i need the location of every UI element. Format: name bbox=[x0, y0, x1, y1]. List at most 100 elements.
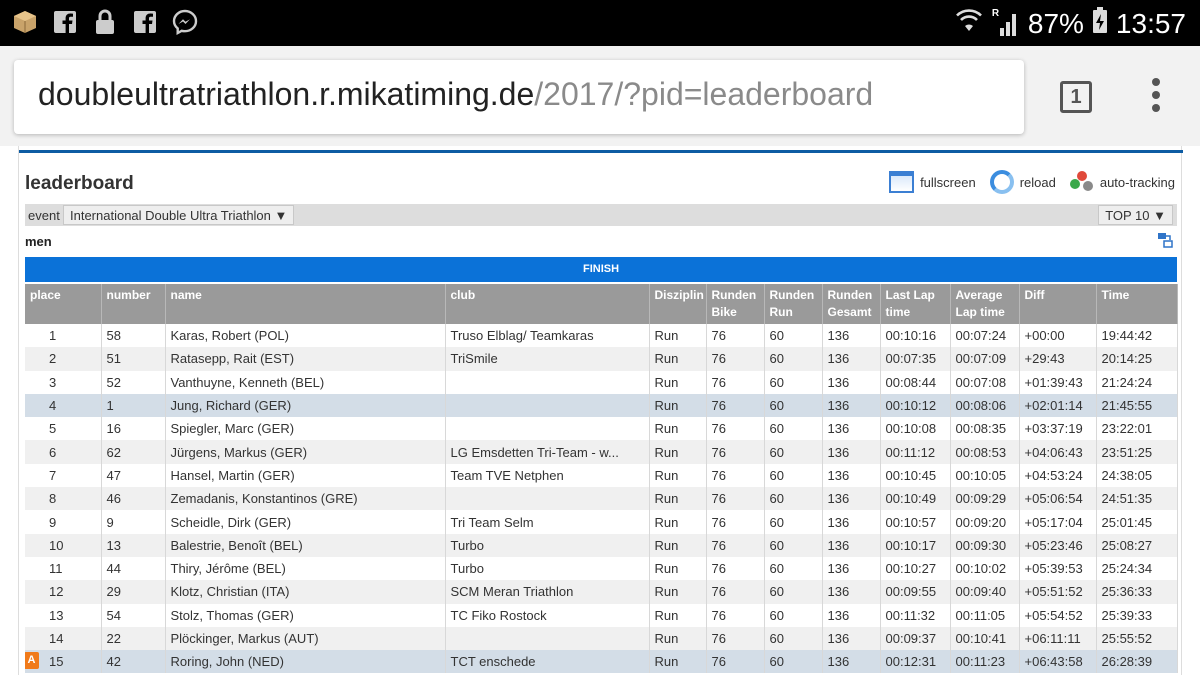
table-row[interactable]: 10 13 Balestrie, Benoît (BEL) Turbo Run 76 60 1… bbox=[25, 533, 1178, 557]
expand-icon[interactable] bbox=[1157, 232, 1173, 248]
table-row[interactable]: 3 52 Vanthuyne, Kenneth (BEL) Run 76 60 136 00:… bbox=[25, 370, 1178, 394]
overflow-menu-icon[interactable] bbox=[1148, 78, 1164, 118]
table-cell: 54 bbox=[101, 603, 166, 627]
table-cell: 52 bbox=[101, 370, 166, 394]
table-cell: 76 bbox=[706, 533, 765, 557]
auto-tracking-button[interactable]: auto-tracking bbox=[1069, 171, 1175, 193]
table-cell: TC Fiko Rostock bbox=[445, 603, 650, 627]
table-cell: 60 bbox=[764, 603, 823, 627]
column-header[interactable]: club bbox=[445, 284, 650, 324]
table-cell: 25:01:45 bbox=[1096, 510, 1178, 534]
table-cell: Team TVE Netphen bbox=[445, 463, 650, 488]
url-text[interactable]: doubleultratriathlon.r.mikatiming.de/201… bbox=[38, 76, 873, 113]
table-row[interactable]: 14 22 Plöckinger, Markus (AUT) Run 76 60 136 00… bbox=[25, 626, 1178, 651]
table-cell: 00:10:41 bbox=[950, 626, 1020, 651]
tab-switcher-button[interactable]: 1 bbox=[1060, 81, 1092, 113]
place-value: 3 bbox=[49, 374, 57, 390]
column-header[interactable]: Runden Run bbox=[764, 284, 823, 324]
table-row[interactable]: 8 46 Zemadanis, Konstantinos (GRE) Run 76 60 1… bbox=[25, 487, 1178, 511]
table-cell: Run bbox=[649, 603, 707, 627]
table-row[interactable]: 11 44 Thiry, Jérôme (BEL) Turbo Run 76 60 136 00… bbox=[25, 556, 1178, 581]
table-cell bbox=[445, 626, 650, 651]
table-row[interactable]: 2 51 Ratasepp, Rait (EST) TriSmile Run 76 60 13… bbox=[25, 347, 1178, 371]
table-cell: 136 bbox=[822, 510, 881, 534]
table-row[interactable]: 13 54 Stolz, Thomas (GER) TC Fiko Rostock Ru… bbox=[25, 603, 1178, 627]
table-cell: +29:43 bbox=[1019, 347, 1097, 371]
address-bar[interactable]: doubleultratriathlon.r.mikatiming.de/201… bbox=[14, 60, 1024, 134]
table-cell: +03:37:19 bbox=[1019, 417, 1097, 441]
table-cell: A 15 bbox=[25, 650, 102, 674]
table-cell: 51 bbox=[101, 347, 166, 371]
table-cell: 76 bbox=[706, 463, 765, 488]
table-row[interactable]: 4 1 Jung, Richard (GER) Run 76 60 136 00:10:12 0… bbox=[25, 393, 1178, 418]
tracking-marker-badge[interactable]: A bbox=[25, 652, 39, 670]
table-cell: +05:54:52 bbox=[1019, 603, 1097, 627]
table-cell: 136 bbox=[822, 324, 881, 348]
table-cell: Spiegler, Marc (GER) bbox=[165, 417, 446, 441]
table-cell: 00:08:53 bbox=[950, 440, 1020, 464]
event-select[interactable]: International Double Ultra Triathlon ▼ bbox=[63, 205, 295, 225]
wifi-icon bbox=[954, 7, 984, 40]
table-cell: 7 bbox=[25, 463, 102, 488]
table-cell: 00:10:57 bbox=[880, 510, 951, 534]
table-cell: Tri Team Selm bbox=[445, 510, 650, 534]
table-cell: Run bbox=[649, 324, 707, 348]
notification-icons bbox=[12, 9, 198, 35]
column-header[interactable]: name bbox=[165, 284, 446, 324]
column-header[interactable]: Average Lap time bbox=[950, 284, 1020, 324]
table-row[interactable]: A 15 42 Roring, John (NED) TCT enschede Run 76… bbox=[25, 650, 1178, 674]
section-title: men bbox=[25, 234, 52, 249]
table-cell: 00:10:27 bbox=[880, 556, 951, 581]
table-cell: 22 bbox=[101, 626, 166, 651]
table-cell: 00:08:06 bbox=[950, 393, 1020, 418]
table-row[interactable]: 9 9 Scheidle, Dirk (GER) Tri Team Selm Run 76… bbox=[25, 510, 1178, 534]
table-cell: Run bbox=[649, 440, 707, 464]
table-row[interactable]: 7 47 Hansel, Martin (GER) Team TVE Netphen R… bbox=[25, 463, 1178, 488]
table-cell: +06:43:58 bbox=[1019, 650, 1097, 674]
table-cell: 8 bbox=[25, 487, 102, 511]
reload-button[interactable]: reload bbox=[989, 170, 1056, 194]
table-cell: 00:12:31 bbox=[880, 650, 951, 674]
table-cell: 62 bbox=[101, 440, 166, 464]
column-header[interactable]: place bbox=[25, 284, 102, 324]
lock-icon bbox=[92, 9, 118, 35]
table-cell: 60 bbox=[764, 510, 823, 534]
table-cell: LG Emsdetten Tri-Team - w... bbox=[445, 440, 650, 464]
table-cell: 136 bbox=[822, 440, 881, 464]
table-cell: Run bbox=[649, 370, 707, 394]
table-cell: Zemadanis, Konstantinos (GRE) bbox=[165, 487, 446, 511]
system-status: R 87% 13:57 bbox=[954, 6, 1186, 41]
leaderboard-tools: fullscreen reload auto-tracking bbox=[889, 170, 1175, 194]
column-header[interactable]: Time bbox=[1096, 284, 1178, 324]
fullscreen-button[interactable]: fullscreen bbox=[889, 171, 976, 193]
column-header[interactable]: Last Lap time bbox=[880, 284, 951, 324]
table-cell: 76 bbox=[706, 417, 765, 441]
finish-banner: FINISH bbox=[25, 257, 1177, 282]
table-row[interactable]: 6 62 Jürgens, Markus (GER) LG Emsdetten Tri… bbox=[25, 440, 1178, 464]
url-path: /2017/?pid=leaderboard bbox=[534, 76, 874, 112]
top-select[interactable]: TOP 10 ▼ bbox=[1098, 205, 1173, 225]
table-cell: 26:28:39 bbox=[1096, 650, 1178, 674]
table-cell: 00:07:08 bbox=[950, 370, 1020, 394]
table-cell: 76 bbox=[706, 347, 765, 371]
column-header[interactable]: Runden Bike bbox=[706, 284, 765, 324]
table-cell: Plöckinger, Markus (AUT) bbox=[165, 626, 446, 651]
table-cell: 76 bbox=[706, 370, 765, 394]
table-cell: +05:17:04 bbox=[1019, 510, 1097, 534]
facebook-icon bbox=[132, 9, 158, 35]
table-cell: 24:51:35 bbox=[1096, 487, 1178, 511]
table-cell: Run bbox=[649, 533, 707, 557]
column-header[interactable]: Diff bbox=[1019, 284, 1097, 324]
column-header[interactable]: number bbox=[101, 284, 166, 324]
table-cell: 76 bbox=[706, 580, 765, 604]
table-row[interactable]: 1 58 Karas, Robert (POL) Truso Elblag/ Team… bbox=[25, 324, 1178, 348]
table-cell: 00:09:55 bbox=[880, 580, 951, 604]
column-header[interactable]: Runden Gesamt bbox=[822, 284, 881, 324]
facebook-icon bbox=[52, 9, 78, 35]
table-row[interactable]: 12 29 Klotz, Christian (ITA) SCM Meran Tria… bbox=[25, 580, 1178, 604]
place-value: 15 bbox=[49, 654, 64, 670]
table-row[interactable]: 5 16 Spiegler, Marc (GER) Run 76 60 136 00:10:0… bbox=[25, 417, 1178, 441]
page-title: leaderboard bbox=[25, 173, 134, 194]
column-header[interactable]: Disziplin bbox=[649, 284, 707, 324]
table-cell bbox=[445, 370, 650, 394]
